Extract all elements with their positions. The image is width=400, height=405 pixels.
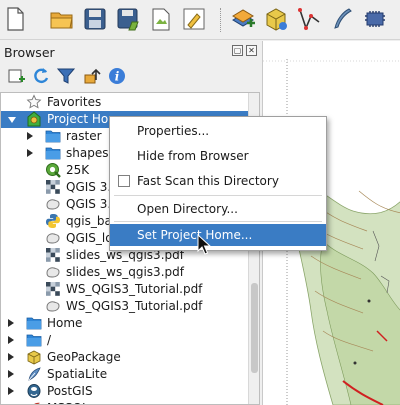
raster-file-icon bbox=[45, 281, 61, 297]
menu-item-label: Set Project Home... bbox=[137, 228, 253, 242]
style-manager-icon[interactable] bbox=[181, 6, 207, 32]
expand-arrow-icon[interactable] bbox=[8, 336, 14, 344]
mouse-cursor-icon bbox=[197, 233, 212, 256]
tree-item-spatialite[interactable]: SpatiaLite bbox=[1, 366, 259, 383]
tree-item-label: WS_QGIS3_Tutorial.pdf bbox=[66, 282, 203, 296]
raster-file-icon bbox=[45, 247, 61, 263]
spatialite-icon bbox=[26, 366, 42, 382]
menu-item-set-project-home[interactable]: Set Project Home... bbox=[110, 224, 326, 246]
geopackage-icon bbox=[26, 349, 42, 365]
menu-item-hide-from-browser[interactable]: Hide from Browser bbox=[110, 145, 326, 167]
tree-item-label: QGIS 3. bbox=[66, 180, 112, 194]
expand-arrow-icon[interactable] bbox=[8, 319, 14, 327]
menu-item-label: Fast Scan this Directory bbox=[137, 174, 279, 188]
tree-item-label: shapes bbox=[66, 146, 109, 160]
tree-item-label: QGIS_lo bbox=[66, 231, 113, 245]
scrollbar-thumb[interactable] bbox=[251, 283, 258, 373]
tree-item-label: 25K bbox=[66, 163, 90, 177]
expand-arrow-icon[interactable] bbox=[8, 370, 14, 378]
star-icon bbox=[26, 94, 42, 110]
tree-item-label: Home bbox=[47, 316, 83, 330]
tree-item-slides-ws-qgis3-pdf[interactable]: slides_ws_qgis3.pdf bbox=[1, 264, 259, 281]
menu-item-open-directory[interactable]: Open Directory... bbox=[110, 198, 326, 220]
browser-title: Browser bbox=[4, 45, 55, 60]
tree-item-home[interactable]: Home bbox=[1, 315, 259, 332]
new-geopackage-icon[interactable] bbox=[263, 6, 289, 32]
menu-separator bbox=[114, 195, 322, 196]
pen-icon[interactable] bbox=[329, 6, 355, 32]
menu-item-label: Open Directory... bbox=[137, 202, 238, 216]
toolbar-separator bbox=[220, 8, 223, 32]
collapse-all-icon[interactable] bbox=[82, 66, 102, 86]
tree-item-label: PostGIS bbox=[47, 384, 93, 398]
vector-file-icon bbox=[45, 196, 61, 212]
print-layout-icon[interactable] bbox=[148, 6, 174, 32]
svg-text:i: i bbox=[115, 70, 120, 84]
menu-separator bbox=[114, 221, 322, 222]
browser-toolbar: i bbox=[0, 63, 260, 89]
context-menu: Properties... Hide from Browser Fast Scan … bbox=[109, 116, 327, 251]
filter-icon[interactable] bbox=[56, 66, 76, 86]
menu-item-fast-scan-this-directory[interactable]: Fast Scan this Directory bbox=[110, 170, 326, 192]
project-home-icon bbox=[26, 111, 42, 127]
folder-icon bbox=[26, 315, 42, 331]
save-project-icon[interactable] bbox=[82, 6, 108, 32]
tree-item-label: WS_QGIS3_Tutorial.pdf bbox=[66, 299, 203, 313]
main-toolbar bbox=[0, 0, 400, 40]
menu-item-label: Hide from Browser bbox=[137, 149, 249, 163]
tree-item-root[interactable]: / bbox=[1, 332, 259, 349]
digitize-icon[interactable] bbox=[296, 6, 322, 32]
tree-item-label: raster bbox=[66, 129, 102, 143]
vector-file-icon bbox=[45, 298, 61, 314]
tree-item-label: Favorites bbox=[47, 95, 102, 109]
refresh-icon[interactable] bbox=[31, 66, 51, 86]
python-file-icon bbox=[45, 213, 61, 229]
tree-item-postgis[interactable]: PostGIS bbox=[1, 383, 259, 400]
vector-file-icon bbox=[45, 230, 61, 246]
expand-arrow-icon[interactable] bbox=[27, 132, 33, 140]
folder-icon bbox=[26, 332, 42, 348]
tree-item-mssql[interactable]: MSSQL bbox=[1, 400, 259, 404]
tree-item-label: GeoPackage bbox=[47, 350, 121, 364]
tree-item-label: SpatiaLite bbox=[47, 367, 108, 381]
collapse-arrow-icon[interactable] bbox=[8, 117, 16, 123]
tree-item-geopackage[interactable]: GeoPackage bbox=[1, 349, 259, 366]
processing-icon[interactable] bbox=[362, 6, 388, 32]
tree-item-label: / bbox=[47, 333, 52, 347]
tree-item-ws-qgis3-tutorial-pdf[interactable]: WS_QGIS3_Tutorial.pdf bbox=[1, 281, 259, 298]
qgis-project-icon bbox=[45, 162, 61, 178]
add-selected-layers-icon[interactable] bbox=[6, 66, 26, 86]
menu-item-label: Properties... bbox=[137, 124, 210, 138]
fast-scan-checkbox[interactable] bbox=[118, 175, 130, 187]
folder-icon bbox=[45, 145, 61, 161]
tree-item-label: slides_ws_qgis3.pdf bbox=[66, 265, 184, 279]
expand-arrow-icon[interactable] bbox=[8, 387, 14, 395]
tree-item-label: QGIS 3. bbox=[66, 197, 112, 211]
mssql-icon bbox=[26, 400, 42, 404]
tree-item-favorites[interactable]: Favorites bbox=[1, 94, 259, 111]
postgis-icon bbox=[26, 383, 42, 399]
save-as-icon[interactable] bbox=[115, 6, 141, 32]
expand-arrow-icon[interactable] bbox=[27, 149, 33, 157]
new-project-icon[interactable] bbox=[2, 6, 28, 32]
vector-file-icon bbox=[45, 264, 61, 280]
open-project-icon[interactable] bbox=[49, 6, 75, 32]
folder-icon bbox=[45, 128, 61, 144]
float-panel-button[interactable]: ▢ bbox=[232, 45, 243, 56]
add-layer-icon[interactable] bbox=[230, 6, 256, 32]
tree-item-ws-qgis3-tutorial-pdf[interactable]: WS_QGIS3_Tutorial.pdf bbox=[1, 298, 259, 315]
close-panel-button[interactable]: ✕ bbox=[246, 45, 257, 56]
tree-item-label: qgis_ba bbox=[66, 214, 112, 228]
expand-arrow-icon[interactable] bbox=[8, 353, 14, 361]
info-icon[interactable]: i bbox=[107, 66, 127, 86]
tree-item-label: MSSQL bbox=[47, 401, 89, 404]
raster-file-icon bbox=[45, 179, 61, 195]
menu-item-properties[interactable]: Properties... bbox=[110, 120, 326, 142]
